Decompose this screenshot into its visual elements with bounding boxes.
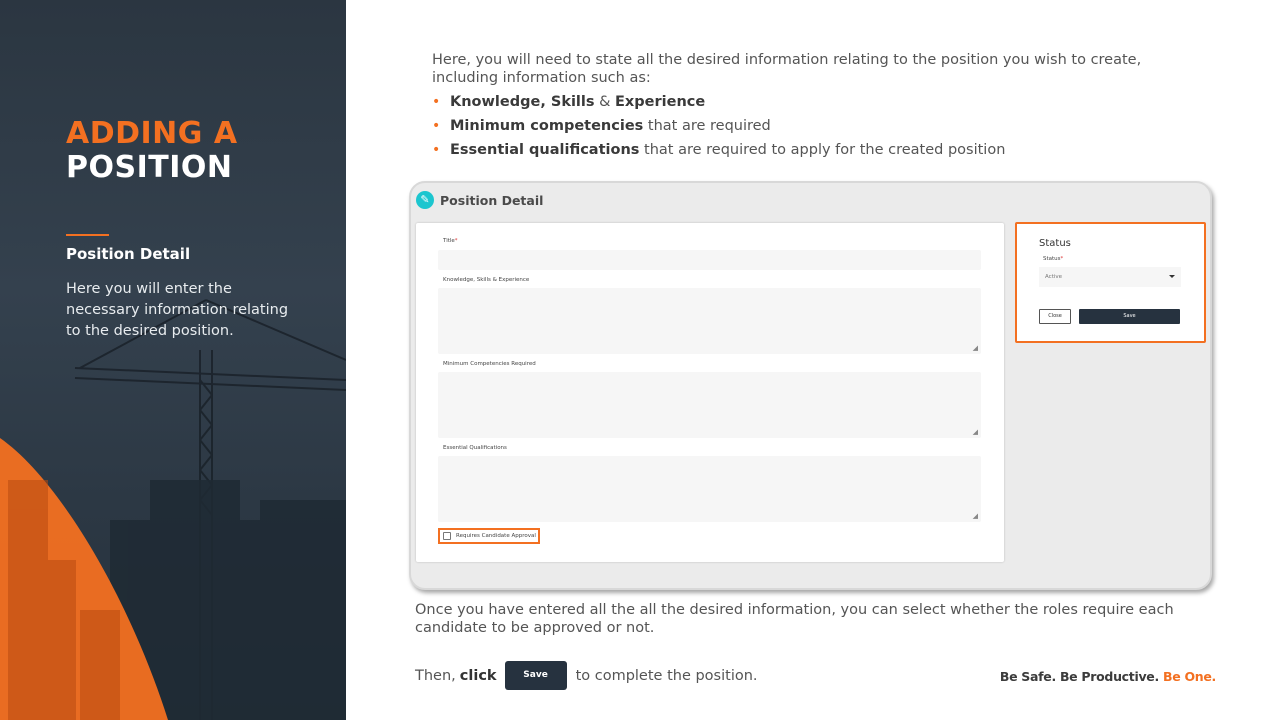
position-detail-icon: ✎ bbox=[416, 191, 434, 209]
qualifications-textarea[interactable]: ◢ bbox=[438, 456, 981, 522]
bullet-dot-icon: • bbox=[432, 118, 441, 134]
bullet-item: • Knowledge, Skills & Experience bbox=[432, 94, 706, 110]
resize-handle-icon[interactable]: ◢ bbox=[973, 512, 978, 520]
save-button[interactable]: Save bbox=[1079, 309, 1180, 324]
bullet-dot-icon: • bbox=[432, 94, 441, 110]
requires-approval-label: Requires Candidate Approval bbox=[456, 533, 536, 539]
save-button-example[interactable]: Save bbox=[504, 661, 567, 690]
brand-slogan: Be Safe. Be Productive. Be One. bbox=[999, 669, 1216, 684]
section-heading: Position Detail bbox=[66, 245, 191, 263]
position-detail-screenshot: ✎ Position Detail Title* Knowledge, Skil… bbox=[409, 181, 1212, 590]
competencies-field-label: Minimum Competencies Required bbox=[443, 361, 536, 367]
qualifications-field-label: Essential Qualifications bbox=[443, 445, 507, 451]
intro-text: Here, you will need to state all the des… bbox=[432, 52, 1142, 86]
title-field-label: Title* bbox=[443, 238, 458, 244]
construction-background bbox=[0, 299, 346, 720]
resize-handle-icon[interactable]: ◢ bbox=[973, 428, 978, 436]
left-panel: ADDING A POSITION Position Detail Here y… bbox=[0, 0, 346, 720]
outro-text: Once you have entered all the all the de… bbox=[415, 602, 1174, 636]
page-title-line2: POSITION bbox=[66, 150, 233, 185]
title-input[interactable] bbox=[438, 250, 981, 270]
resize-handle-icon[interactable]: ◢ bbox=[973, 344, 978, 352]
position-form-card: Title* Knowledge, Skills & Experience ◢ … bbox=[416, 223, 1004, 562]
status-select[interactable]: Active bbox=[1039, 267, 1181, 287]
requires-approval-checkbox[interactable] bbox=[443, 532, 451, 540]
kse-textarea[interactable]: ◢ bbox=[438, 288, 981, 354]
kse-field-label: Knowledge, Skills & Experience bbox=[443, 277, 530, 283]
bullet-item: • Minimum competencies that are required bbox=[432, 118, 771, 134]
status-card-title: Status bbox=[1039, 238, 1071, 249]
status-field-label: Status* bbox=[1043, 256, 1064, 262]
screenshot-header-title: Position Detail bbox=[440, 192, 544, 208]
requires-approval-checkbox-highlight[interactable]: Requires Candidate Approval bbox=[438, 528, 540, 544]
bullet-dot-icon: • bbox=[432, 142, 441, 158]
info-bullet-list: • Knowledge, Skills & Experience • Minim… bbox=[432, 92, 1005, 164]
competencies-textarea[interactable]: ◢ bbox=[438, 372, 981, 438]
screenshot-header: ✎ Position Detail bbox=[416, 191, 543, 209]
then-instruction: Then, click Save to complete the positio… bbox=[415, 661, 758, 690]
status-card: Status Status* Active Close Save bbox=[1015, 222, 1206, 343]
orange-divider bbox=[66, 234, 109, 236]
chevron-down-icon bbox=[1169, 275, 1175, 278]
bullet-item: • Essential qualifications that are requ… bbox=[432, 142, 1006, 158]
close-button[interactable]: Close bbox=[1039, 309, 1071, 324]
page-title-line1: ADDING A bbox=[66, 116, 238, 151]
section-description: Here you will enter the necessary inform… bbox=[66, 281, 289, 339]
